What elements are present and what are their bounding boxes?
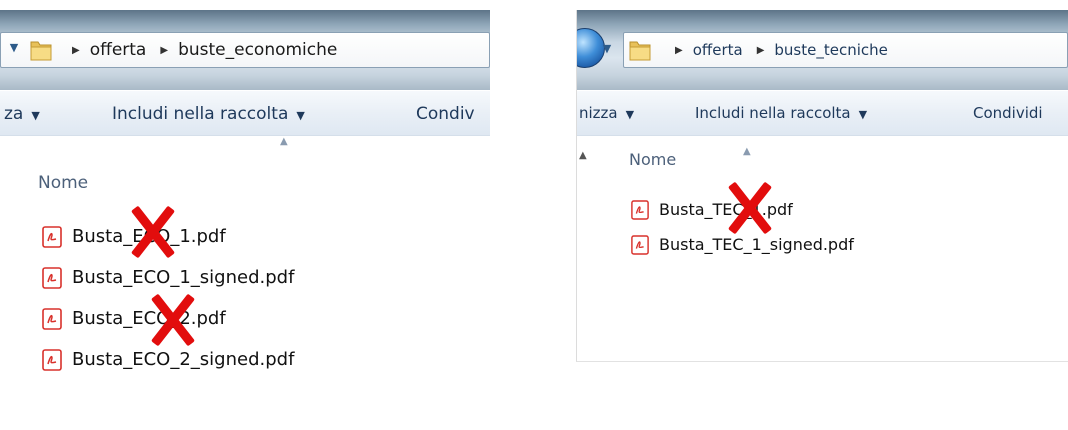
breadcrumb-item[interactable]: buste_economiche	[178, 40, 337, 60]
breadcrumb: ▶ offerta ▶ buste_tecniche	[675, 37, 902, 63]
include-in-library-menu[interactable]: Includi nella raccolta ▼	[112, 104, 305, 124]
file-item[interactable]: Busta_ECO_1_signed.pdf	[42, 257, 294, 298]
chevron-down-icon[interactable]: ▼	[6, 41, 22, 55]
command-bar: nizza ▼ Includi nella raccolta ▼ Condividi	[577, 90, 1068, 136]
chevron-down-icon: ▼	[625, 108, 635, 121]
chevron-right-icon[interactable]: ▶	[757, 45, 765, 56]
sort-up-icon: ▲	[743, 146, 751, 157]
chevron-down-icon: ▼	[858, 108, 868, 121]
pdf-file-icon	[42, 225, 62, 248]
file-name: Busta_ECO_2.pdf	[72, 308, 226, 329]
organize-menu[interactable]: za ▼	[4, 104, 40, 124]
include-in-library-menu[interactable]: Includi nella raccolta ▼	[695, 104, 867, 122]
breadcrumb-item[interactable]: offerta	[90, 40, 147, 60]
file-name: Busta_ECO_2_signed.pdf	[72, 349, 295, 370]
organize-label: za	[4, 104, 24, 124]
column-header-name[interactable]: Nome	[38, 173, 88, 193]
command-bar: za ▼ Includi nella raccolta ▼ Condiv	[0, 90, 490, 136]
breadcrumb-item[interactable]: buste_tecniche	[774, 41, 887, 59]
chevron-right-icon[interactable]: ▶	[675, 45, 683, 56]
breadcrumb-item[interactable]: offerta	[693, 41, 743, 59]
sort-up-icon: ▲	[280, 136, 288, 147]
explorer-window-tecniche: ▼ ▶ offerta ▶ buste_tecniche nizza ▼ Incl…	[576, 10, 1068, 362]
share-menu[interactable]: Condiv	[416, 104, 475, 124]
pdf-file-icon	[42, 266, 62, 289]
chevron-down-icon[interactable]: ▼	[599, 42, 615, 56]
column-header-name[interactable]: Nome	[629, 150, 676, 169]
organize-label: nizza	[579, 104, 618, 122]
scroll-up-icon[interactable]: ▲	[579, 150, 587, 161]
include-label: Includi nella raccolta	[112, 104, 289, 124]
pdf-file-icon	[42, 348, 62, 371]
pdf-file-icon	[631, 199, 649, 220]
file-name: Busta_ECO_1_signed.pdf	[72, 267, 295, 288]
include-label: Includi nella raccolta	[695, 104, 851, 122]
share-menu[interactable]: Condividi	[973, 104, 1043, 122]
file-name: Busta_TEC_1_signed.pdf	[659, 235, 854, 254]
folder-icon	[30, 41, 52, 61]
folder-icon	[629, 41, 651, 61]
explorer-window-economiche: ▼ ▶ offerta ▶ buste_economiche za ▼ Inclu…	[0, 10, 490, 430]
chevron-down-icon: ▼	[296, 109, 305, 122]
chevron-right-icon[interactable]: ▶	[72, 45, 80, 56]
address-bar: ▼ ▶ offerta ▶ buste_tecniche	[577, 10, 1068, 90]
breadcrumb: ▶ offerta ▶ buste_economiche	[72, 37, 351, 63]
address-bar: ▼ ▶ offerta ▶ buste_economiche	[0, 10, 490, 90]
organize-menu[interactable]: nizza ▼	[579, 104, 634, 122]
red-x-mark	[727, 182, 773, 234]
pdf-file-icon	[631, 234, 649, 255]
chevron-right-icon[interactable]: ▶	[160, 45, 168, 56]
chevron-down-icon: ▼	[31, 109, 40, 122]
pdf-file-icon	[42, 307, 62, 330]
red-x-mark	[130, 206, 176, 258]
red-x-mark	[150, 294, 196, 346]
